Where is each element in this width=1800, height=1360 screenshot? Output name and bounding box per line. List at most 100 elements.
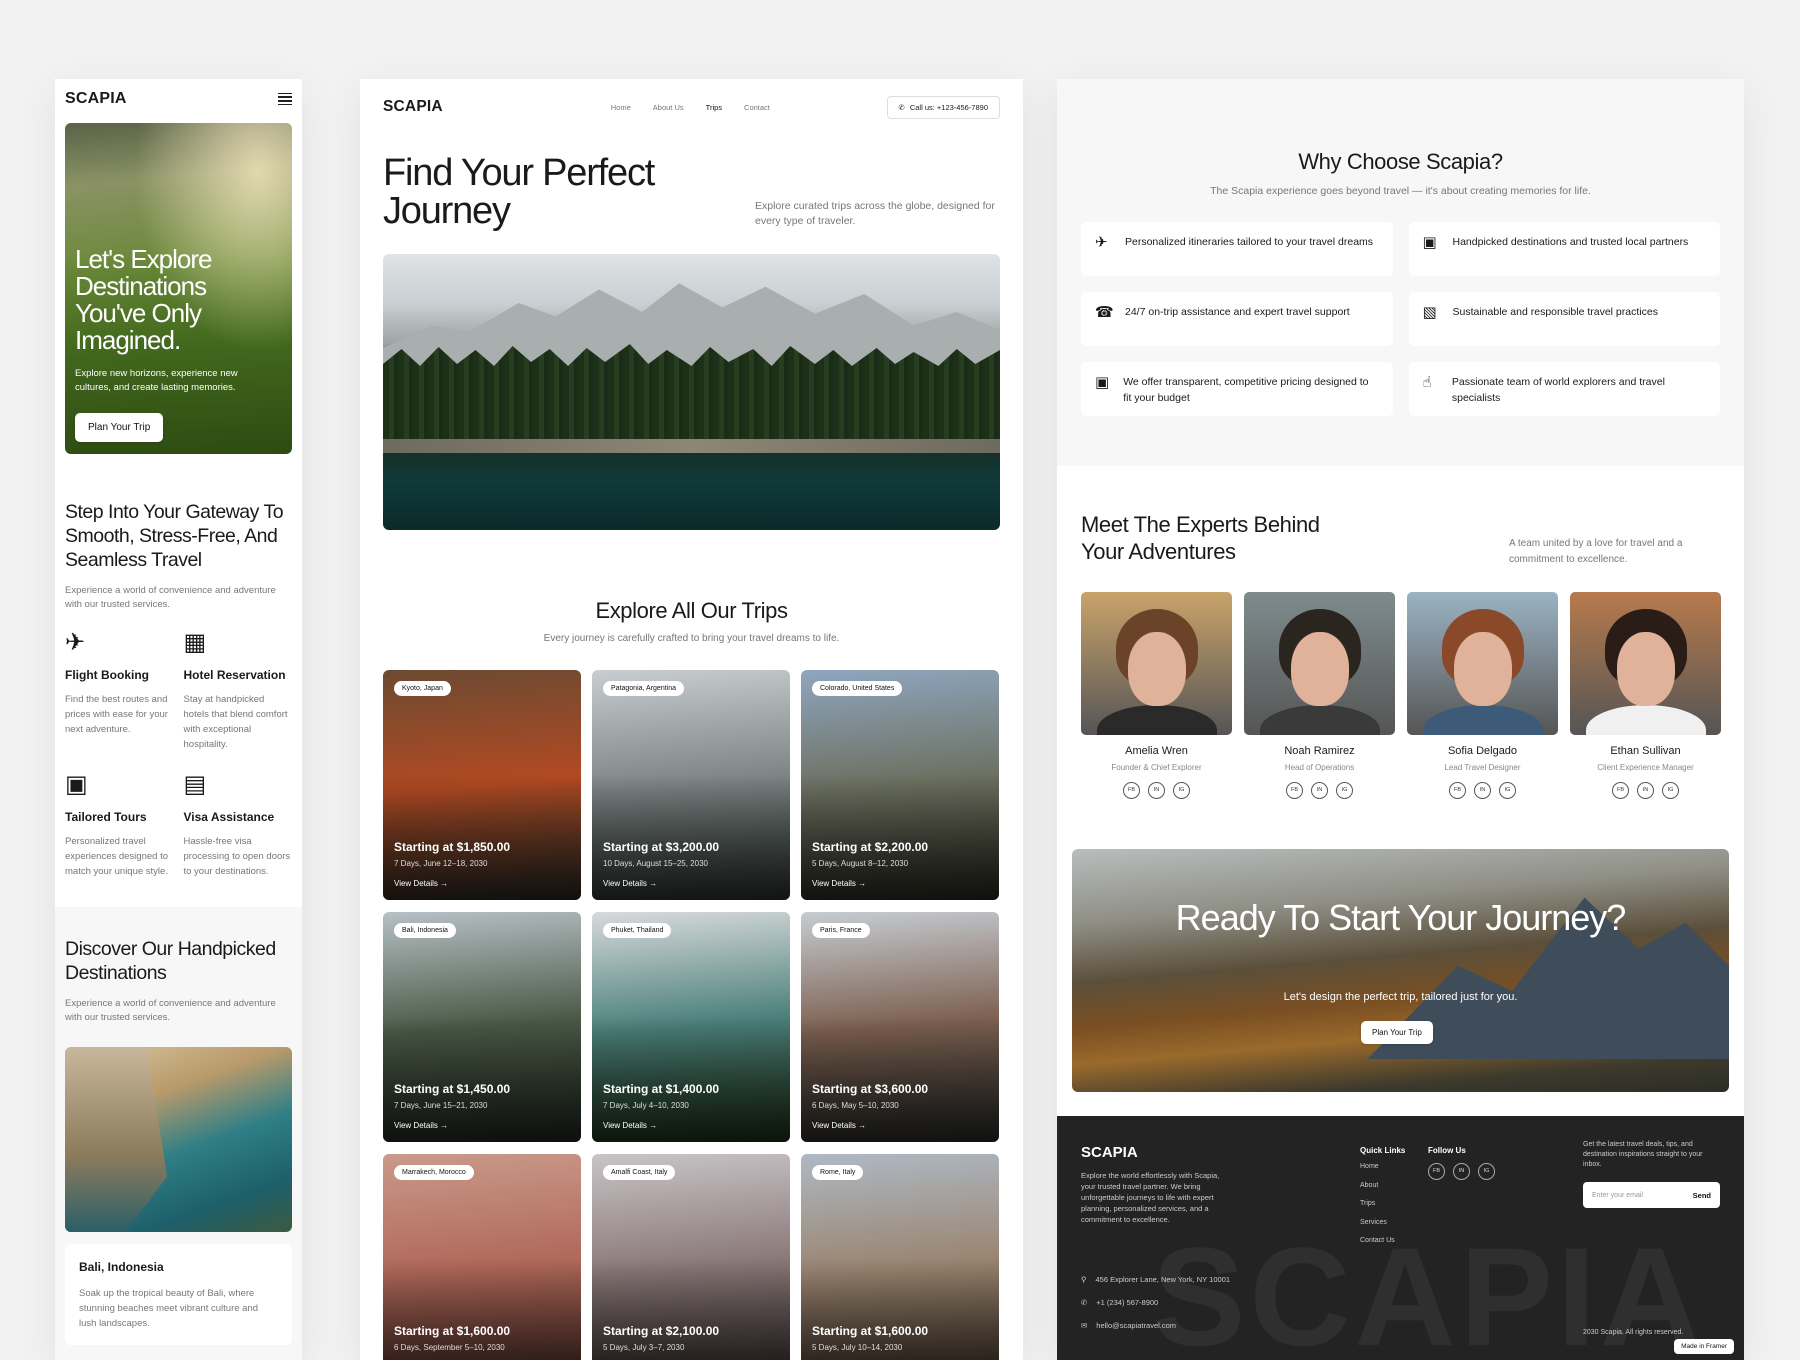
feature-text: Personalized itineraries tailored to you… [1125, 236, 1374, 248]
briefcase-icon: ▣ [1422, 234, 1437, 251]
in-icon[interactable]: IN [1148, 782, 1165, 799]
trip-card[interactable]: Marrakech, Morocco Starting at $1,600.00 6… [383, 1154, 581, 1360]
footer-address: 456 Explorer Lane, New York, NY 10001 [1095, 1275, 1231, 1284]
service-item[interactable]: ▦ Hotel Reservation Stay at handpicked hot… [184, 628, 293, 752]
footer-phone[interactable]: +1 (234) 567-8900 [1096, 1298, 1158, 1307]
menu-icon[interactable] [278, 92, 292, 106]
why-title: Why Choose Scapia? [1298, 149, 1503, 174]
team-subtitle: A team united by a love for travel and a… [1509, 538, 1683, 565]
ig-icon[interactable]: IG [1173, 782, 1190, 799]
trip-days: 6 Days, [394, 1343, 422, 1352]
trip-card[interactable]: Amalfi Coast, Italy Starting at $2,100.00… [592, 1154, 790, 1360]
view-details-label: View Details [394, 1121, 438, 1130]
service-item[interactable]: ✈ Flight Booking Find the best routes and … [65, 628, 174, 752]
page-title: Find Your Perfect Journey [383, 152, 655, 232]
trip-card[interactable]: Colorado, United States Starting at $2,20… [801, 670, 999, 900]
briefcase-icon: ▣ [65, 771, 88, 798]
location-icon: ⚲ [1081, 1275, 1087, 1284]
logo[interactable]: SCAPIA [383, 98, 443, 116]
made-in-framer-badge[interactable]: Made in Framer [1674, 1339, 1734, 1354]
fb-icon[interactable]: FB [1286, 782, 1303, 799]
footer-link[interactable]: About [1360, 1182, 1405, 1201]
thumbs-up-icon: ☝ [1422, 374, 1432, 391]
in-icon[interactable]: IN [1474, 782, 1491, 799]
service-item[interactable]: ▣ Tailored Tours Personalized travel exper… [65, 770, 174, 879]
arrow-right-icon: → [437, 879, 449, 888]
service-item[interactable]: ▤ Visa Assistance Hassle-free visa process… [184, 770, 293, 879]
footer-logo[interactable]: SCAPIA [1081, 1144, 1138, 1161]
view-details-link[interactable]: View Details → [812, 879, 866, 888]
email-input[interactable]: Enter your email [1592, 1192, 1643, 1199]
fb-icon[interactable]: FB [1449, 782, 1466, 799]
trip-days: 7 Days, [394, 1101, 422, 1110]
member-name: Ethan Sullivan [1610, 745, 1681, 757]
view-details-link[interactable]: View Details → [394, 879, 448, 888]
footer-link[interactable]: Home [1360, 1163, 1405, 1182]
plan-trip-button[interactable]: Plan Your Trip [75, 413, 164, 442]
destination-text: Soak up the tropical beauty of Bali, whe… [79, 1288, 259, 1329]
member-role: Founder & Chief Explorer [1111, 763, 1202, 772]
nav-link-contact[interactable]: Contact [744, 103, 770, 112]
feature-text: We offer transparent, competitive pricin… [1123, 376, 1369, 404]
fb-icon[interactable]: FB [1612, 782, 1629, 799]
cta-banner: Ready To Start Your Journey? Let's desig… [1072, 849, 1729, 1092]
view-details-link[interactable]: View Details → [394, 1121, 448, 1130]
footer-link[interactable]: Trips [1360, 1200, 1405, 1219]
footer-link[interactable]: Services [1360, 1219, 1405, 1238]
team-title: Meet The Experts Behind Your Adventures [1081, 512, 1320, 564]
trip-card[interactable]: Phuket, Thailand Starting at $1,400.00 7 D… [592, 912, 790, 1142]
service-text: Stay at handpicked hotels that blend com… [183, 694, 288, 750]
fb-icon[interactable]: FB [1123, 782, 1140, 799]
nav-link-about-us[interactable]: About Us [653, 103, 684, 112]
trip-dates: 6 Days, May 5–10, 2030 [812, 1101, 899, 1110]
plane-icon: ✈ [1095, 234, 1108, 251]
in-icon[interactable]: IN [1637, 782, 1654, 799]
location-tag: Marrakech, Morocco [394, 1165, 474, 1180]
view-details-link[interactable]: View Details → [812, 1121, 866, 1130]
in-icon[interactable]: IN [1311, 782, 1328, 799]
fb-icon[interactable]: FB [1428, 1163, 1445, 1180]
trip-date-range: May 5–10, 2030 [841, 1101, 899, 1110]
feature-item: ☝ Passionate team of world explorers and … [1408, 362, 1720, 416]
ig-icon[interactable]: IG [1499, 782, 1516, 799]
footer-email[interactable]: hello@scapiatravel.com [1096, 1321, 1176, 1330]
nav-link-trips[interactable]: Trips [706, 103, 722, 112]
plan-trip-button[interactable]: Plan Your Trip [1361, 1021, 1433, 1044]
send-button[interactable]: Send [1693, 1191, 1711, 1200]
trips-grid: Kyoto, Japan Starting at $1,850.00 7 Days,… [383, 670, 1000, 1360]
trip-card[interactable]: Kyoto, Japan Starting at $1,850.00 7 Days,… [383, 670, 581, 900]
trip-card[interactable]: Patagonia, Argentina Starting at $3,200.0… [592, 670, 790, 900]
destination-card[interactable]: Bali, Indonesia Soak up the tropical bea… [65, 1244, 292, 1345]
arrow-right-icon: → [646, 1121, 658, 1130]
trip-price: Starting at $2,100.00 [603, 1324, 720, 1338]
logo[interactable]: SCAPIA [65, 90, 127, 108]
footer-link[interactable]: Contact Us [1360, 1237, 1405, 1256]
view-details-label: View Details [603, 1121, 647, 1130]
trips-title: Explore All Our Trips [595, 598, 788, 623]
view-details-link[interactable]: View Details → [603, 1121, 657, 1130]
location-tag: Kyoto, Japan [394, 681, 451, 696]
view-details-link[interactable]: View Details → [603, 879, 657, 888]
location-tag: Patagonia, Argentina [603, 681, 684, 696]
in-icon[interactable]: IN [1453, 1163, 1470, 1180]
trip-days: 7 Days, [603, 1101, 631, 1110]
trip-price: Starting at $1,450.00 [394, 1082, 511, 1096]
arrow-right-icon: → [646, 879, 658, 888]
social-links: FB IN IG [1244, 782, 1395, 799]
trip-date-range: June 15–21, 2030 [423, 1101, 488, 1110]
nav-link-home[interactable]: Home [611, 103, 631, 112]
trip-price: Starting at $3,200.00 [603, 840, 720, 854]
trip-card[interactable]: Paris, France Starting at $3,600.00 6 Days… [801, 912, 999, 1142]
team-photo [1570, 592, 1721, 735]
services-grid: ✈ Flight Booking Find the best routes and … [65, 628, 292, 879]
social-links: FB IN IG [1407, 782, 1558, 799]
team-member: Amelia Wren Founder & Chief Explorer FB IN I… [1081, 592, 1232, 799]
ig-icon[interactable]: IG [1662, 782, 1679, 799]
call-button[interactable]: ✆ Call us: +123-456-7890 [886, 95, 1000, 119]
ig-icon[interactable]: IG [1336, 782, 1353, 799]
follow-title: Follow Us [1428, 1146, 1466, 1155]
ig-icon[interactable]: IG [1478, 1163, 1495, 1180]
trip-card[interactable]: Rome, Italy Starting at $1,600.00 5 Days, … [801, 1154, 999, 1360]
destination-image[interactable] [65, 1047, 292, 1232]
trip-card[interactable]: Bali, Indonesia Starting at $1,450.00 7 Da… [383, 912, 581, 1142]
